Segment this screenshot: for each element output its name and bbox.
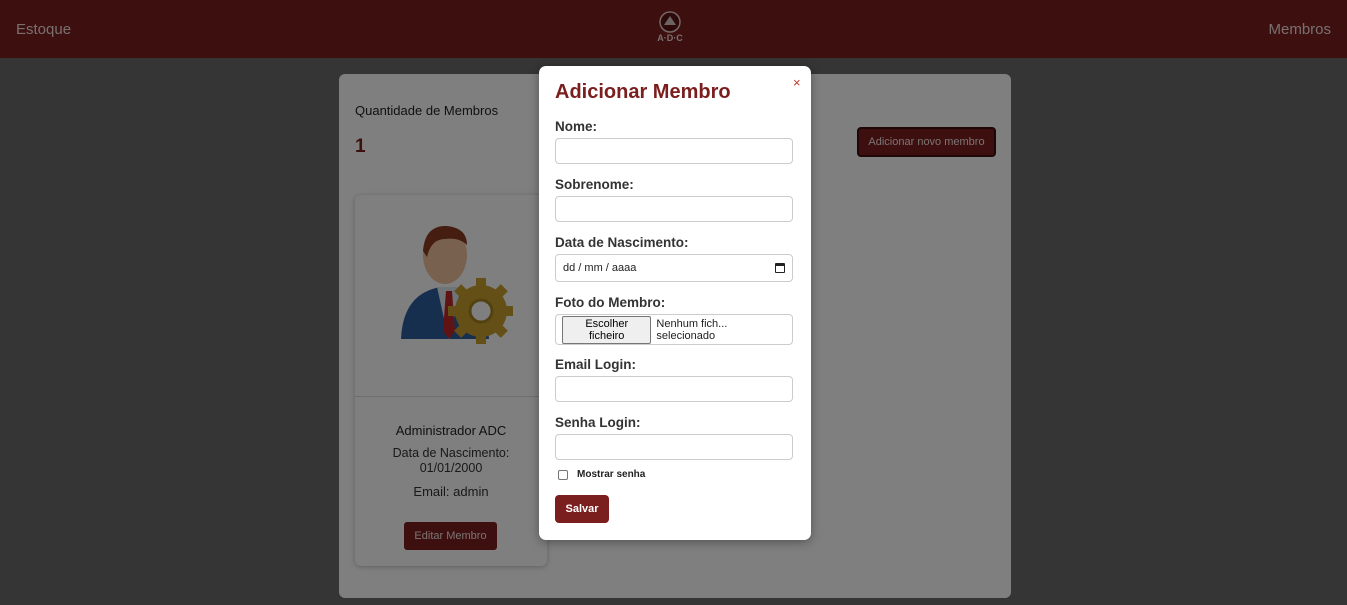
show-password-row[interactable]: Mostrar senha [558, 469, 645, 480]
senha-input[interactable] [555, 434, 793, 460]
show-password-checkbox[interactable] [558, 469, 568, 480]
calendar-icon[interactable] [775, 263, 785, 273]
nome-input[interactable] [555, 138, 793, 164]
foto-label: Foto do Membro: [555, 295, 666, 310]
senha-label: Senha Login: [555, 415, 641, 430]
nascimento-date-input[interactable]: dd / mm / aaaa [555, 254, 793, 282]
choose-file-button[interactable]: Escolher ficheiro [562, 315, 652, 344]
sobrenome-label: Sobrenome: [555, 177, 634, 192]
add-member-modal: Adicionar Membro × Nome: Sobrenome: Data… [539, 66, 811, 540]
close-icon[interactable]: × [793, 75, 801, 90]
show-password-label: Mostrar senha [577, 469, 646, 480]
foto-file-input[interactable]: Escolher ficheiro Nenhum fich... selecio… [555, 314, 793, 345]
nome-label: Nome: [555, 119, 598, 134]
sobrenome-input[interactable] [555, 196, 793, 222]
nascimento-label: Data de Nascimento: [555, 235, 689, 250]
email-input[interactable] [555, 376, 793, 402]
modal-title: Adicionar Membro [555, 81, 731, 103]
date-placeholder: dd / mm / aaaa [563, 262, 637, 274]
file-status: Nenhum fich... selecionado [656, 317, 728, 342]
save-button[interactable]: Salvar [555, 495, 609, 523]
email-label: Email Login: [555, 357, 636, 372]
